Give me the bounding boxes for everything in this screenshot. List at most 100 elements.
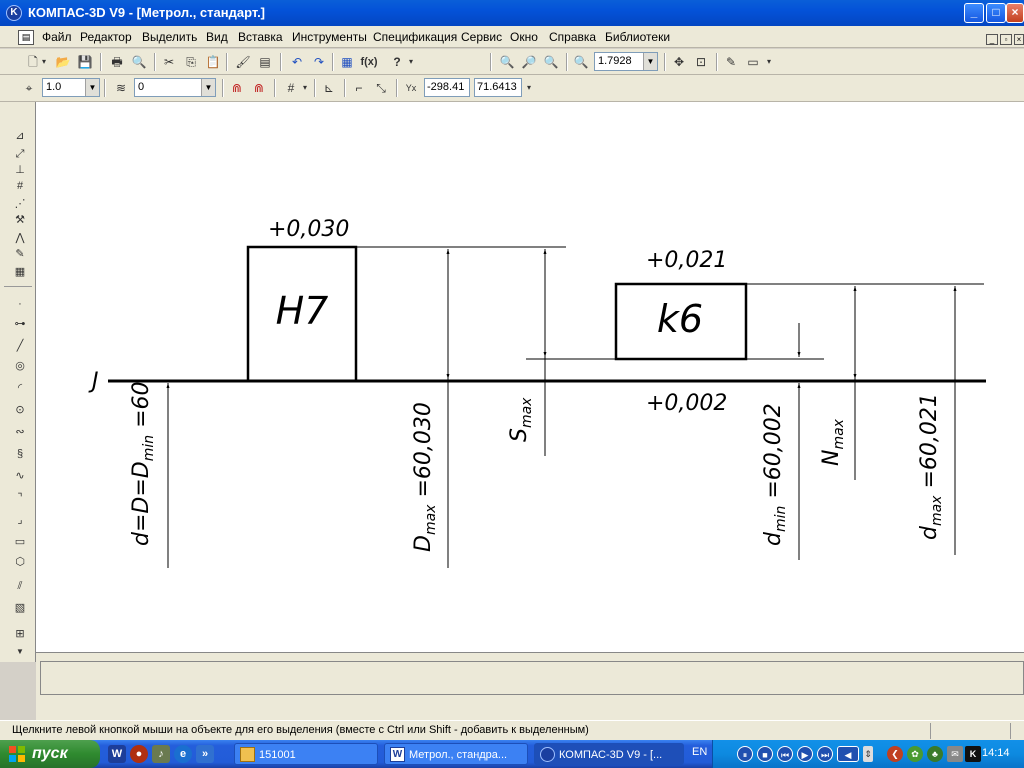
- document-icon[interactable]: ▤: [18, 30, 34, 45]
- grid-icon[interactable]: #: [282, 79, 300, 97]
- drawing-canvas[interactable]: J H7 +0,030 k6 +0,021 +0,002 d=D=Dmin =6…: [36, 102, 1024, 652]
- back-arrow-icon[interactable]: ❮: [887, 746, 903, 762]
- menu-help[interactable]: Справка: [549, 30, 596, 44]
- ortho-mode-icon[interactable]: ⌐: [350, 79, 368, 97]
- language-indicator[interactable]: EN: [692, 746, 707, 758]
- new-dropdown-icon[interactable]: ▾: [40, 53, 48, 71]
- polyline-icon[interactable]: ∿: [11, 468, 29, 484]
- show-desktop-icon[interactable]: »: [196, 745, 214, 763]
- geometry-tools-icon[interactable]: ⊿: [11, 128, 29, 144]
- point-icon[interactable]: ·: [11, 296, 29, 312]
- chevron-down-icon[interactable]: ▼: [643, 53, 657, 70]
- paste-icon[interactable]: 📋: [204, 53, 222, 71]
- measure-icon[interactable]: ⚒: [11, 212, 29, 228]
- start-button[interactable]: пуск: [0, 740, 100, 768]
- tray-scroll-icon[interactable]: ⇕: [863, 746, 873, 762]
- zoom-window-icon[interactable]: 🔍: [498, 53, 516, 71]
- display-mode-icon[interactable]: ▭: [744, 53, 762, 71]
- regenerate-icon[interactable]: ✎: [722, 53, 740, 71]
- fillet-icon[interactable]: ⌟: [11, 512, 29, 528]
- volume-icon[interactable]: ◀: [837, 746, 859, 762]
- coord-y-field[interactable]: 71.6413: [474, 78, 522, 97]
- chevron-down-icon[interactable]: ▼: [85, 79, 99, 96]
- kaspersky-icon[interactable]: K: [965, 746, 981, 762]
- media-play-icon[interactable]: ▶: [797, 746, 813, 762]
- param-mode-icon[interactable]: ⤡: [372, 79, 390, 97]
- mdi-minimize-button[interactable]: _: [986, 34, 998, 45]
- fill-icon[interactable]: ▧: [11, 600, 29, 616]
- ie-quicklaunch-icon[interactable]: e: [174, 745, 192, 763]
- zoom-scale-icon[interactable]: 🔍: [572, 53, 590, 71]
- auxiliary-line-icon[interactable]: ⊶: [11, 316, 29, 332]
- open-folder-icon[interactable]: 📂: [54, 53, 72, 71]
- menu-insert[interactable]: Вставка: [238, 30, 283, 44]
- print-icon[interactable]: 🖶: [108, 53, 126, 71]
- antivirus-icon[interactable]: ✿: [907, 746, 923, 762]
- menu-service[interactable]: Сервис: [461, 30, 502, 44]
- snap-magnet-icon[interactable]: ⋒: [228, 79, 246, 97]
- show-all-icon[interactable]: ⊡: [692, 53, 710, 71]
- undo-icon[interactable]: ↶: [288, 53, 306, 71]
- properties-panel-area[interactable]: [40, 661, 1024, 695]
- kompas-logo-icon[interactable]: K: [6, 5, 22, 21]
- segment-icon[interactable]: ╱: [11, 338, 29, 354]
- mdi-restore-button[interactable]: ▫: [1000, 34, 1012, 45]
- app-quicklaunch-icon[interactable]: ♪: [152, 745, 170, 763]
- media-prev-icon[interactable]: ⏸: [737, 746, 753, 762]
- media-stop-icon[interactable]: ■: [757, 746, 773, 762]
- coord-x-field[interactable]: -298.41: [424, 78, 470, 97]
- copy-icon[interactable]: ⎘: [182, 53, 200, 71]
- network-icon[interactable]: ♣: [927, 746, 943, 762]
- menu-editor[interactable]: Редактор: [80, 30, 132, 44]
- arc-icon[interactable]: ◜: [11, 380, 29, 396]
- local-cs-icon[interactable]: ⊾: [320, 79, 338, 97]
- polygon-icon[interactable]: ⬡: [11, 554, 29, 570]
- format-brush-icon[interactable]: 🖌: [234, 53, 252, 71]
- calculator-icon[interactable]: ▦: [338, 53, 356, 71]
- print-preview-icon[interactable]: 🔍: [130, 53, 148, 71]
- menu-select[interactable]: Выделить: [142, 30, 197, 44]
- spline-icon[interactable]: §: [11, 446, 29, 462]
- ellipse-icon[interactable]: ⊙: [11, 402, 29, 418]
- circle-icon[interactable]: ◎: [11, 358, 29, 374]
- spec-tools-icon[interactable]: ✎: [11, 246, 29, 262]
- display-dropdown-icon[interactable]: ▾: [764, 53, 774, 71]
- pan-icon[interactable]: ✥: [670, 53, 688, 71]
- parametrization-icon[interactable]: ⋰: [11, 196, 29, 212]
- menu-tools[interactable]: Инструменты: [292, 30, 367, 44]
- task-word-document[interactable]: W Метрол., стандра...: [384, 743, 528, 765]
- zoom-combo[interactable]: 1.7928 ▼: [594, 52, 658, 71]
- select-tools-icon[interactable]: ⋀: [11, 230, 29, 246]
- save-icon[interactable]: 💾: [76, 53, 94, 71]
- media-next-icon[interactable]: ⏭: [817, 746, 833, 762]
- task-folder[interactable]: 151001: [234, 743, 378, 765]
- nurbs-icon[interactable]: ∾: [11, 424, 29, 440]
- redo-icon[interactable]: ↷: [310, 53, 328, 71]
- minimize-button[interactable]: _: [964, 3, 984, 23]
- maximize-button[interactable]: □: [986, 3, 1006, 23]
- layer-combo[interactable]: 0 ▼: [134, 78, 216, 97]
- title-bar[interactable]: K КОМПАС-3D V9 - [Метрол., стандарт.] _ …: [0, 0, 1024, 26]
- hatch-icon[interactable]: ⫽: [11, 578, 29, 594]
- properties-icon[interactable]: ▤: [256, 53, 274, 71]
- chamfer-icon[interactable]: ⌝: [11, 490, 29, 506]
- help-dropdown-icon[interactable]: ▾: [406, 53, 416, 71]
- rectangle-icon[interactable]: ▭: [11, 534, 29, 550]
- menu-specification[interactable]: Спецификация: [373, 30, 457, 44]
- coord-dropdown-icon[interactable]: ▾: [524, 79, 534, 97]
- dimensions-tools-icon[interactable]: ⤢: [11, 146, 29, 162]
- word-quicklaunch-icon[interactable]: W: [108, 745, 126, 763]
- media-back-icon[interactable]: ⏮: [777, 746, 793, 762]
- context-help-icon[interactable]: ?: [388, 53, 406, 71]
- function-fx-icon[interactable]: f(x): [360, 53, 378, 71]
- task-kompas[interactable]: КОМПАС-3D V9 - [...: [534, 743, 684, 765]
- collection-icon[interactable]: ⊞: [11, 626, 29, 642]
- zoom-in-icon[interactable]: 🔎: [520, 53, 538, 71]
- mdi-close-button[interactable]: ×: [1014, 34, 1024, 45]
- clock[interactable]: 14:14: [982, 747, 1010, 759]
- mail-icon[interactable]: ✉: [947, 746, 963, 762]
- cursor-step-icon[interactable]: ⌖: [20, 79, 38, 97]
- zoom-out-icon[interactable]: 🔍: [542, 53, 560, 71]
- close-button[interactable]: ×: [1006, 3, 1024, 23]
- step-combo[interactable]: 1.0 ▼: [42, 78, 100, 97]
